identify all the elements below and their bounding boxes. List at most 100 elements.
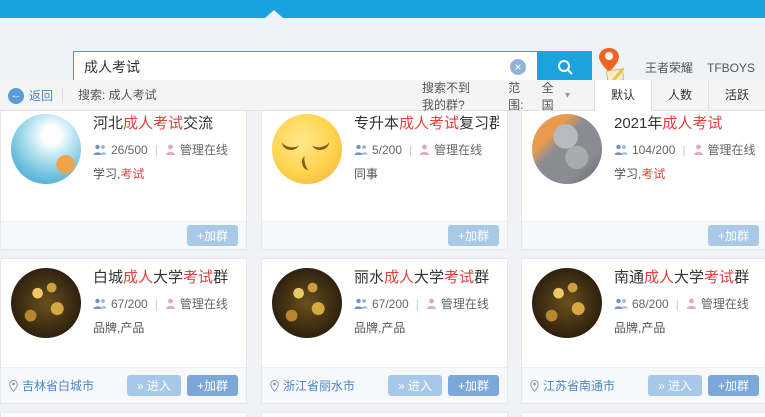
filter-toolbar: ← 返回 搜索: 成人考试 搜索不到我的群? 范围: 全国 ▾ 默认 人数 活跃 <box>0 79 765 113</box>
card-footer: 江苏省南通市 » 进入 +加群 <box>522 367 765 403</box>
group-title[interactable]: 专升本成人考试复习群 <box>354 114 499 134</box>
highlighted-keyword: 成人考试 <box>123 115 184 132</box>
meta-separator: | <box>675 296 679 311</box>
group-avatar-gold-crowd <box>272 268 342 338</box>
admin-status: 管理在线 <box>179 143 228 157</box>
group-location: 吉林省白城市 <box>9 377 127 394</box>
group-avatar-cartoon-character <box>11 114 81 184</box>
enter-group-button[interactable]: » 进入 <box>387 375 442 396</box>
join-group-button[interactable]: +加群 <box>186 375 238 396</box>
join-group-button[interactable]: +加群 <box>447 375 499 396</box>
chevron-down-icon[interactable]: ▾ <box>565 90 570 101</box>
card-footer: +加群 <box>1 221 246 249</box>
group-card[interactable]: 2021年成人考试 104/200 | 管理在线 学习,考试 +加群 <box>521 111 765 250</box>
location-text: 浙江省丽水市 <box>283 379 356 393</box>
highlighted-keyword: 成人 <box>123 269 154 286</box>
group-title[interactable]: 南通成人大学考试群 <box>614 268 759 288</box>
text-segment: 品牌,产品 <box>354 321 406 335</box>
members-icon <box>93 298 107 309</box>
meta-separator: | <box>415 296 419 311</box>
toolbar-divider <box>62 88 63 103</box>
group-title[interactable]: 河北成人考试交流 <box>93 114 238 134</box>
meta-separator: | <box>154 296 158 311</box>
magnifier-icon <box>557 60 573 75</box>
member-count: 104/200 <box>632 142 676 157</box>
group-card[interactable]: 白城成人大学考试群 67/200 | 管理在线 品牌,产品 吉林省白城市 » 进… <box>0 258 247 404</box>
group-tags: 学习,考试 <box>614 165 759 182</box>
back-button[interactable]: ← 返回 <box>8 80 53 111</box>
meta-separator: | <box>682 142 686 157</box>
text-segment: 南通 <box>614 269 645 286</box>
join-group-button[interactable]: +加群 <box>447 225 499 246</box>
text-segment: 丽水 <box>354 269 385 286</box>
group-title[interactable]: 2021年成人考试 <box>614 114 759 134</box>
top-blue-bar <box>0 0 765 18</box>
group-avatar-gold-crowd <box>532 268 602 338</box>
admin-icon <box>686 298 696 309</box>
group-title[interactable]: 丽水成人大学考试群 <box>354 268 499 288</box>
hot-search-words: 王者荣耀TFBOYS鹿晗 <box>645 59 765 77</box>
scope-dropdown[interactable]: 全国 <box>542 79 557 113</box>
text-segment: 群 <box>213 269 229 286</box>
join-group-button[interactable]: +加群 <box>707 225 759 246</box>
member-count: 67/200 <box>111 296 148 311</box>
card-footer: +加群 <box>522 221 765 249</box>
back-label: 返回 <box>29 89 54 103</box>
text-segment: 复习群 <box>459 115 499 132</box>
highlighted-keyword: 考试 <box>183 269 214 286</box>
search-query-label: 搜索: 成人考试 <box>78 88 157 102</box>
text-segment: 群 <box>474 269 490 286</box>
text-segment: 品牌,产品 <box>614 321 666 335</box>
admin-icon <box>165 298 175 309</box>
admin-status: 管理在线 <box>440 297 489 311</box>
highlighted-keyword: 成人 <box>384 269 415 286</box>
emoji-face <box>300 154 314 172</box>
text-segment: 大学 <box>414 269 445 286</box>
join-group-button[interactable]: +加群 <box>707 375 759 396</box>
text-segment: 大学 <box>674 269 705 286</box>
cant-find-group-link[interactable]: 搜索不到我的群? <box>422 79 480 113</box>
admin-status: 管理在线 <box>707 143 756 157</box>
text-segment: 品牌,产品 <box>93 321 145 335</box>
clear-icon[interactable]: × <box>510 59 526 75</box>
highlighted-keyword: 考试 <box>120 167 145 181</box>
sort-tab-活跃[interactable]: 活跃 <box>708 80 765 111</box>
admin-icon <box>426 298 436 309</box>
members-icon <box>614 298 628 309</box>
highlighted-keyword: 考试 <box>641 167 666 181</box>
group-card[interactable]: 河北成人考试交流 26/500 | 管理在线 学习,考试 +加群 <box>0 111 247 250</box>
group-location: 江苏省南通市 <box>530 377 648 394</box>
map-pin-pencil-icon <box>597 46 627 84</box>
group-card[interactable]: 南通成人大学考试群 68/200 | 管理在线 品牌,产品 江苏省南通市 » 进… <box>521 258 765 404</box>
group-avatar-gold-crowd <box>11 268 81 338</box>
hot-word-link[interactable]: TFBOYS <box>707 61 755 75</box>
sort-tab-默认[interactable]: 默认 <box>594 80 651 111</box>
notch-arrow-up-icon <box>265 10 283 18</box>
admin-icon <box>693 144 703 155</box>
text-segment: 2021年 <box>614 115 663 132</box>
text-segment: 同事 <box>354 167 379 181</box>
join-group-button[interactable]: +加群 <box>186 225 238 246</box>
group-tags: 品牌,产品 <box>93 319 238 336</box>
next-row-card-top <box>0 412 247 417</box>
meta-separator: | <box>409 142 413 157</box>
member-count: 68/200 <box>632 296 669 311</box>
highlighted-keyword: 考试 <box>444 269 475 286</box>
group-card[interactable]: 专升本成人考试复习群 5/200 | 管理在线 同事 +加群 <box>261 111 508 250</box>
members-icon <box>354 144 368 155</box>
text-segment: 学习, <box>93 167 121 181</box>
location-pin-icon <box>530 379 539 392</box>
enter-group-button[interactable]: » 进入 <box>647 375 702 396</box>
sort-tab-人数[interactable]: 人数 <box>651 80 708 111</box>
group-card[interactable]: 丽水成人大学考试群 67/200 | 管理在线 品牌,产品 浙江省丽水市 » 进… <box>261 258 508 404</box>
member-count: 26/500 <box>111 142 148 157</box>
group-title[interactable]: 白城成人大学考试群 <box>93 268 238 288</box>
hot-word-link[interactable]: 王者荣耀 <box>645 61 693 75</box>
toolbar-right: 搜索不到我的群? 范围: 全国 ▾ 默认 人数 活跃 <box>422 79 765 113</box>
group-tags: 同事 <box>354 165 499 182</box>
qq-group-search-page: × 王者荣耀TFBOYS鹿晗 ← 返回 搜索: 成人考试 <box>0 0 765 417</box>
admin-icon <box>165 144 175 155</box>
location-text: 吉林省白城市 <box>22 379 95 393</box>
text-segment: 河北 <box>93 115 124 132</box>
enter-group-button[interactable]: » 进入 <box>126 375 181 396</box>
